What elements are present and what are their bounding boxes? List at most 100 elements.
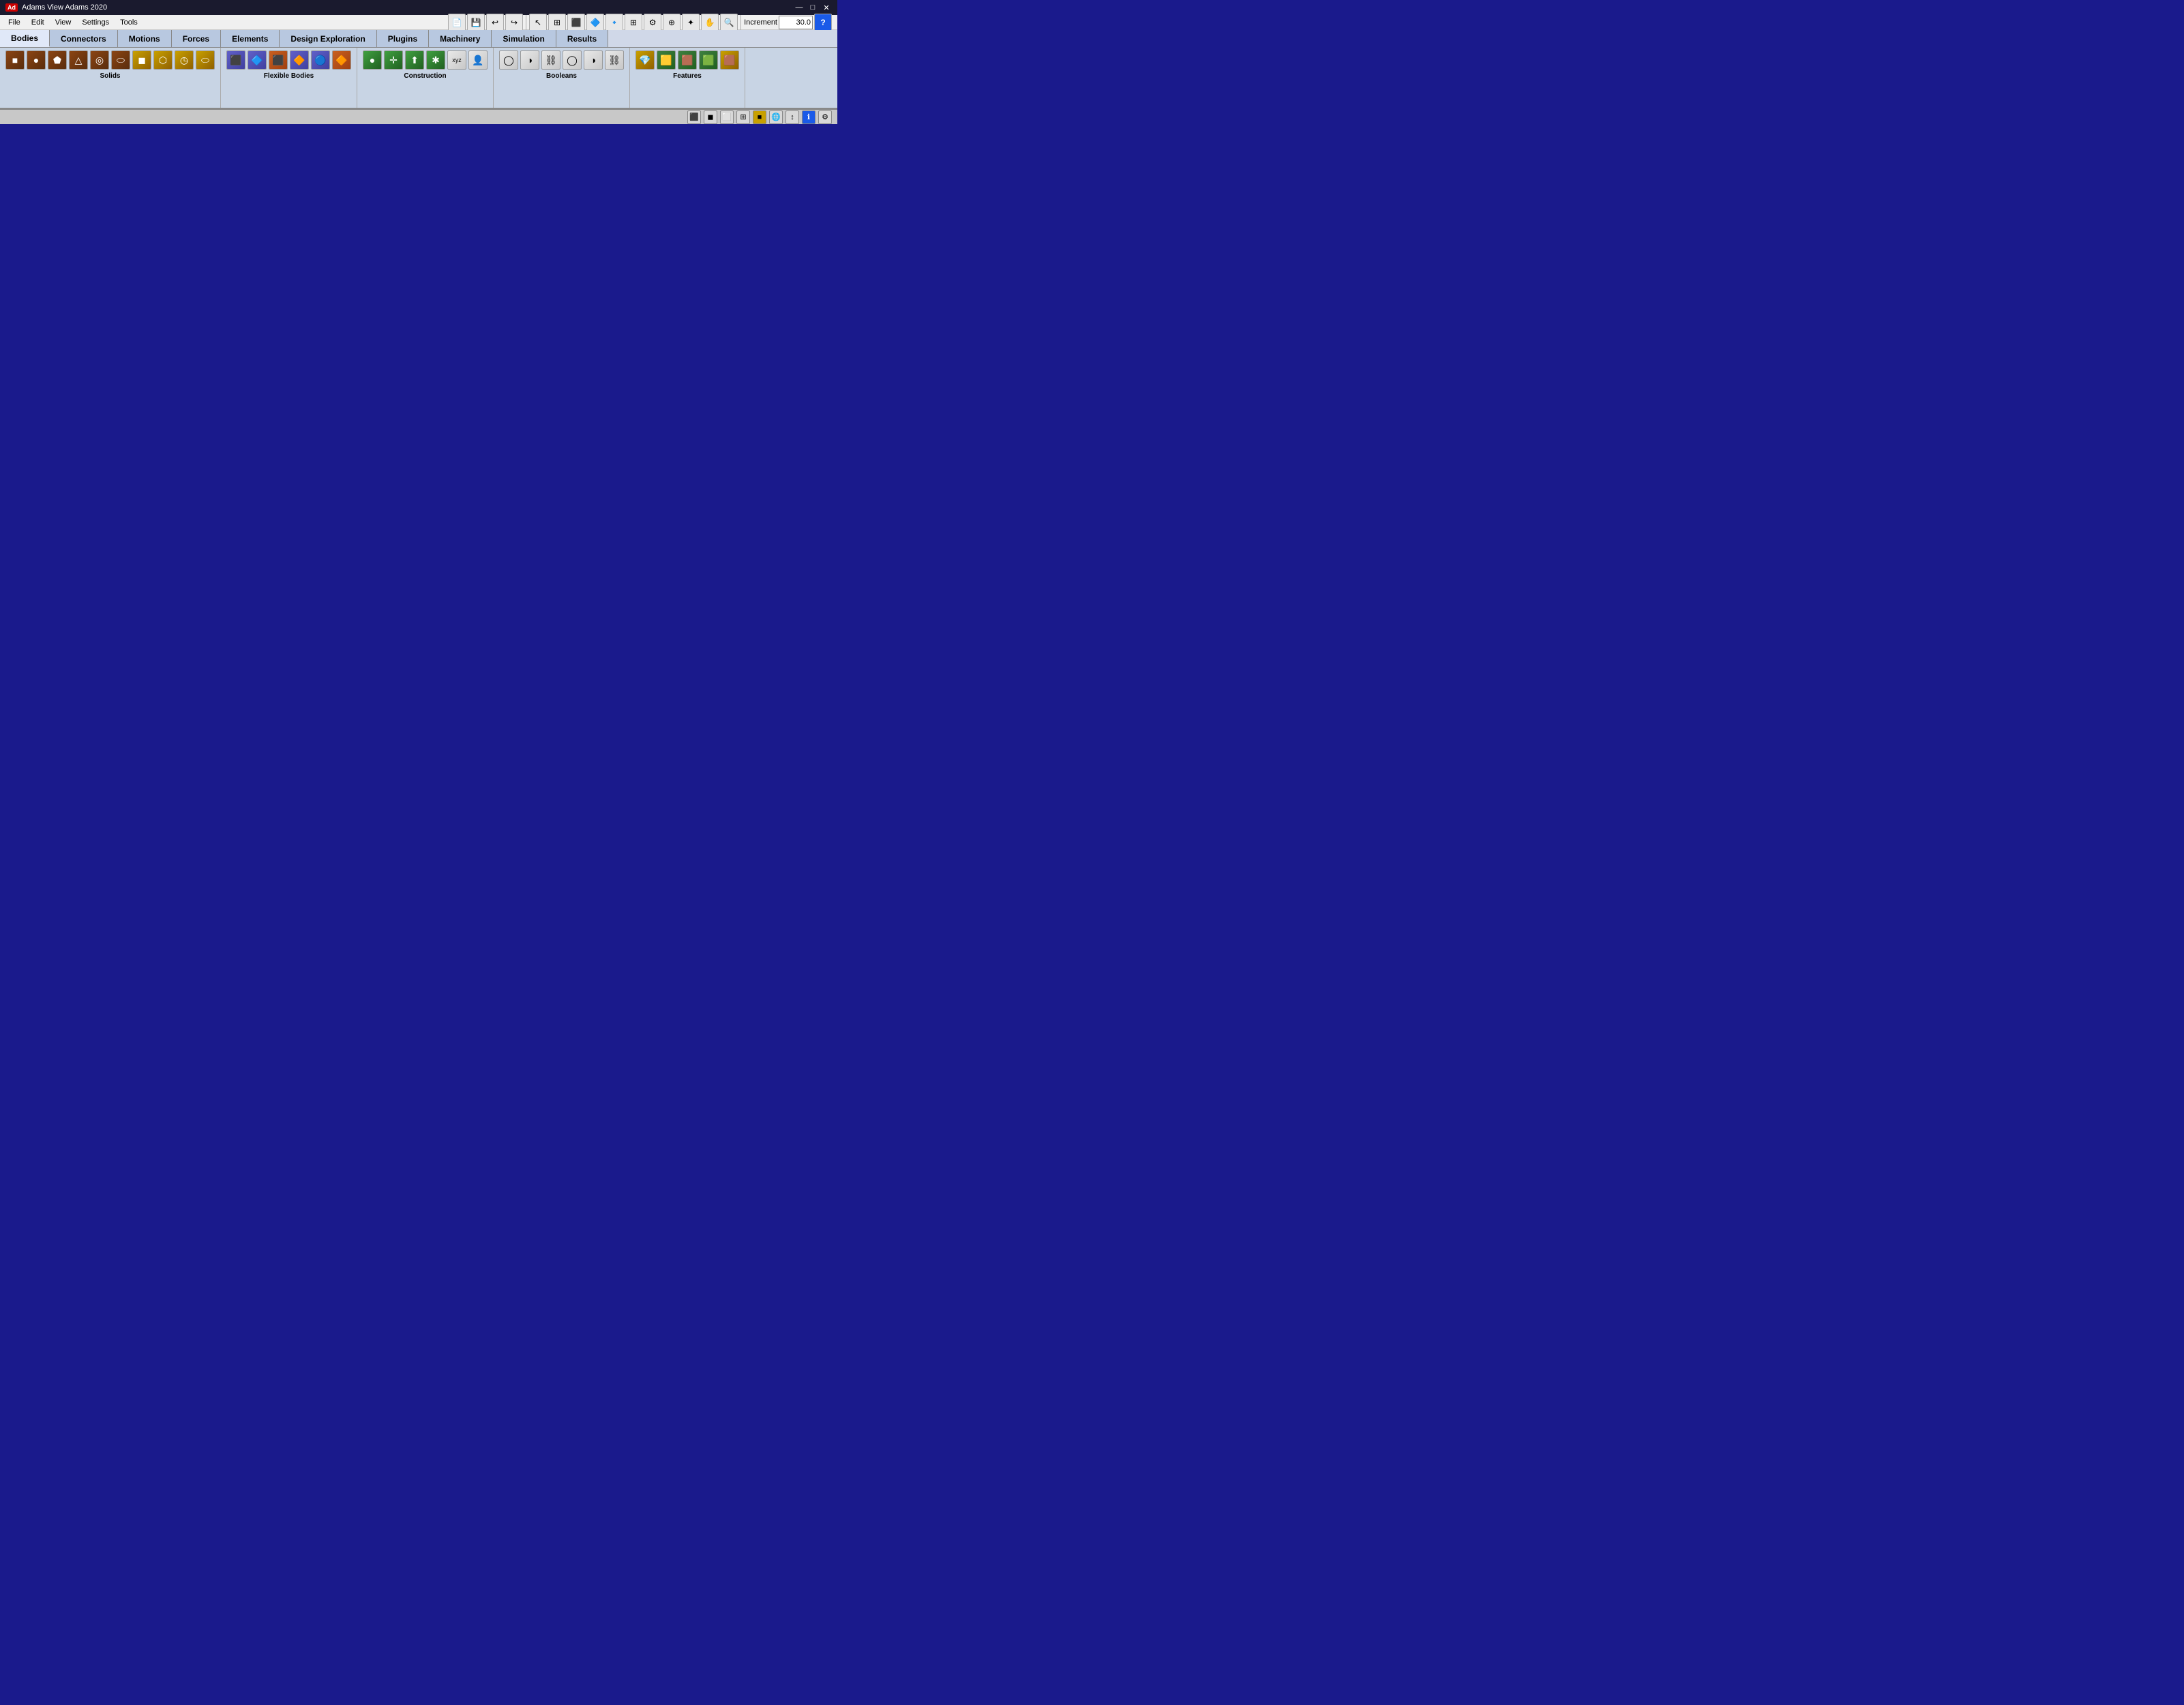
booleans-icons: ◯ ◑ ⛓ ◯ ◑ ⛓ — [499, 50, 624, 70]
features-icons: 💎 🟨 🟫 🟩 🟫 — [635, 50, 739, 70]
save-button[interactable]: 💾 — [467, 14, 485, 31]
flex4-icon[interactable]: 🔶 — [290, 50, 309, 70]
flex1-icon[interactable]: ⬛ — [226, 50, 245, 70]
arrow-icon[interactable]: ⬆ — [405, 50, 424, 70]
ribbon-group-solids: ■ ● ⬟ △ ◎ ⬭ ◼ ⬡ ◷ ⬭ Solids — [0, 48, 221, 108]
view2d-button[interactable]: 🔹 — [605, 14, 623, 31]
redo-button[interactable]: ↪ — [505, 14, 523, 31]
transform-button[interactable]: ⊞ — [548, 14, 566, 31]
xyz-icon[interactable]: xyz — [447, 50, 466, 70]
flexible-label: Flexible Bodies — [264, 72, 314, 80]
tab-connectors[interactable]: Connectors — [50, 30, 118, 47]
status-icon-2[interactable]: ◼ — [704, 110, 717, 124]
menu-bar: File Edit View Settings Tools 📄 💾 ↩ ↪ ↖ … — [0, 15, 837, 30]
nav-tabs: Bodies Connectors Motions Forces Element… — [0, 30, 837, 48]
menu-view[interactable]: View — [50, 17, 77, 28]
status-icon-5[interactable]: ■ — [753, 110, 766, 124]
bool6-icon[interactable]: ⛓ — [605, 50, 624, 70]
ribbon: ■ ● ⬟ △ ◎ ⬭ ◼ ⬡ ◷ ⬭ Solids ⬛ 🔷 ⬛ 🔶 🔵 🔶 — [0, 48, 837, 109]
torus-icon[interactable]: ◎ — [90, 50, 109, 70]
title-bar-text: Adams View Adams 2020 — [22, 3, 107, 12]
hand-button[interactable]: ✋ — [701, 14, 719, 31]
feat1-icon[interactable]: 💎 — [635, 50, 655, 70]
bool2-icon[interactable]: ◑ — [520, 50, 539, 70]
tab-bodies[interactable]: Bodies — [0, 30, 50, 47]
feat5-icon[interactable]: 🟫 — [720, 50, 739, 70]
body-frame-icon[interactable]: 👤 — [468, 50, 488, 70]
box-icon[interactable]: ■ — [5, 50, 25, 70]
bool1-icon[interactable]: ◯ — [499, 50, 518, 70]
status-bar-right: ⬛ ◼ ⬜ ⊞ ■ 🌐 ↕ ℹ ⚙ — [687, 110, 832, 124]
link-icon[interactable]: ⬡ — [153, 50, 173, 70]
ribbon-group-booleans: ◯ ◑ ⛓ ◯ ◑ ⛓ Booleans — [494, 48, 630, 108]
cross-icon[interactable]: ✛ — [384, 50, 403, 70]
flex3-icon[interactable]: ⬛ — [269, 50, 288, 70]
target-button[interactable]: ⊕ — [663, 14, 680, 31]
title-bar-controls: — □ ✕ — [794, 2, 832, 13]
view3d-button[interactable]: 🔷 — [586, 14, 604, 31]
extrusion-icon[interactable]: ⬭ — [111, 50, 130, 70]
close-window-button[interactable]: ✕ — [821, 2, 832, 13]
construction-label: Construction — [404, 72, 446, 80]
solids-label: Solids — [100, 72, 120, 80]
title-bar-left: Ad Adams View Adams 2020 — [5, 3, 107, 12]
status-icon-9[interactable]: ⚙ — [818, 110, 832, 124]
select-button[interactable]: ↖ — [529, 14, 547, 31]
ribbon-group-features: 💎 🟨 🟫 🟩 🟫 Features — [630, 48, 745, 108]
plate-icon[interactable]: ◼ — [132, 50, 151, 70]
minimize-button[interactable]: — — [794, 2, 805, 13]
ribbon-group-flexible: ⬛ 🔷 ⬛ 🔶 🔵 🔶 Flexible Bodies — [221, 48, 357, 108]
construction-icons: ● ✛ ⬆ ✱ xyz 👤 — [363, 50, 488, 70]
status-icon-4[interactable]: ⊞ — [736, 110, 750, 124]
bool5-icon[interactable]: ◑ — [584, 50, 603, 70]
zoom-button[interactable]: 🔍 — [720, 14, 738, 31]
booleans-label: Booleans — [546, 72, 577, 80]
feat3-icon[interactable]: 🟫 — [678, 50, 697, 70]
new-button[interactable]: 📄 — [448, 14, 466, 31]
marker-icon[interactable]: ✱ — [426, 50, 445, 70]
status-icon-7[interactable]: ↕ — [786, 110, 799, 124]
main-content: Ad No Model y x z — [0, 109, 837, 655]
flex6-icon[interactable]: 🔶 — [332, 50, 351, 70]
channel-icon[interactable]: ⬭ — [196, 50, 215, 70]
tab-motions[interactable]: Motions — [118, 30, 172, 47]
cylinder-icon[interactable]: ⬟ — [48, 50, 67, 70]
tab-results[interactable]: Results — [556, 30, 608, 47]
arc-icon[interactable]: ◷ — [175, 50, 194, 70]
feat2-icon[interactable]: 🟨 — [657, 50, 676, 70]
settings-button[interactable]: ⚙ — [644, 14, 661, 31]
rotate-button[interactable]: ⬛ — [567, 14, 585, 31]
menu-tools[interactable]: Tools — [115, 17, 143, 28]
menu-settings[interactable]: Settings — [76, 17, 115, 28]
feat4-icon[interactable]: 🟩 — [699, 50, 718, 70]
point-icon[interactable]: ● — [363, 50, 382, 70]
flex2-icon[interactable]: 🔷 — [248, 50, 267, 70]
menu-edit[interactable]: Edit — [26, 17, 50, 28]
undo-button[interactable]: ↩ — [486, 14, 504, 31]
increment-input[interactable] — [779, 16, 813, 29]
maximize-button[interactable]: □ — [807, 2, 818, 13]
sphere-icon[interactable]: ● — [27, 50, 46, 70]
tab-simulation[interactable]: Simulation — [492, 30, 556, 47]
help-button[interactable]: ? — [814, 14, 832, 31]
adams-logo-icon: Ad — [5, 3, 18, 12]
grid-button[interactable]: ⊞ — [625, 14, 642, 31]
menu-file[interactable]: File — [3, 17, 26, 28]
flex5-icon[interactable]: 🔵 — [311, 50, 330, 70]
cone-icon[interactable]: △ — [69, 50, 88, 70]
joint-button[interactable]: ✦ — [682, 14, 700, 31]
bool3-icon[interactable]: ⛓ — [541, 50, 560, 70]
status-icon-6[interactable]: 🌐 — [769, 110, 783, 124]
status-icon-3[interactable]: ⬜ — [720, 110, 734, 124]
app-layout: Ad Adams View Adams 2020 — □ ✕ File Edit… — [0, 0, 837, 655]
status-icon-8[interactable]: ℹ — [802, 110, 816, 124]
increment-label: Increment — [744, 18, 777, 27]
tab-forces[interactable]: Forces — [172, 30, 221, 47]
bool4-icon[interactable]: ◯ — [563, 50, 582, 70]
ribbon-group-construction: ● ✛ ⬆ ✱ xyz 👤 Construction — [357, 48, 494, 108]
status-icon-1[interactable]: ⬛ — [687, 110, 701, 124]
tab-plugins[interactable]: Plugins — [377, 30, 429, 47]
tab-elements[interactable]: Elements — [221, 30, 280, 47]
tab-design-exploration[interactable]: Design Exploration — [280, 30, 376, 47]
tab-machinery[interactable]: Machinery — [429, 30, 492, 47]
